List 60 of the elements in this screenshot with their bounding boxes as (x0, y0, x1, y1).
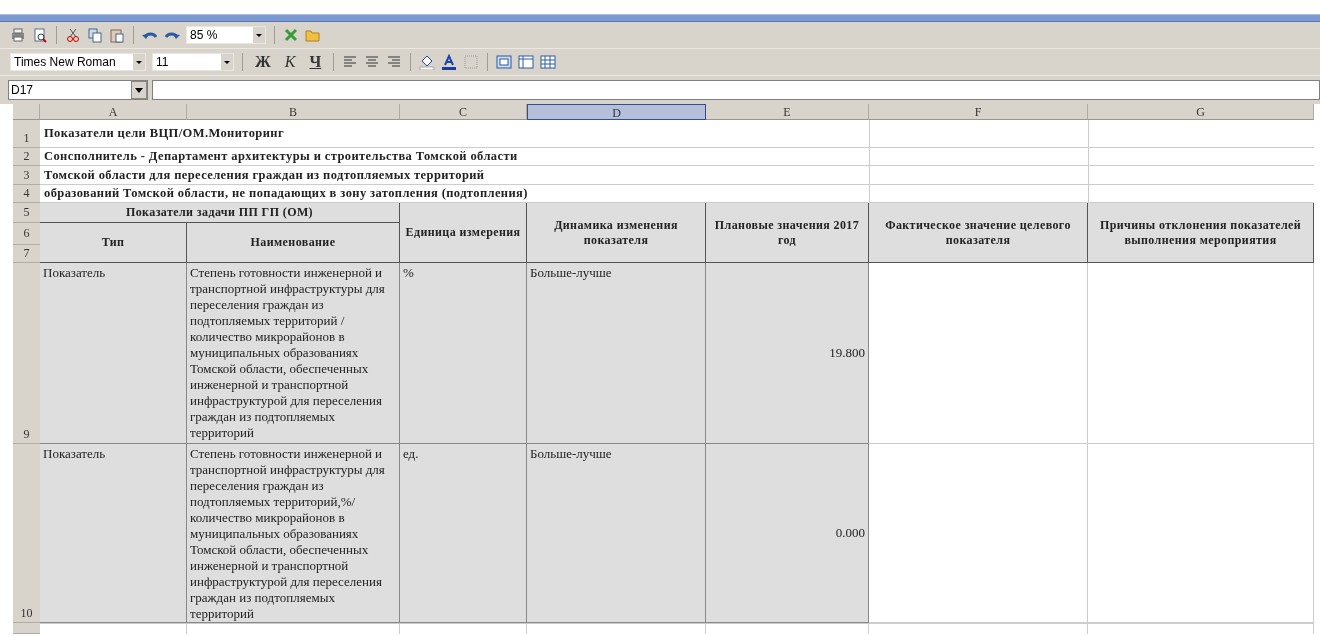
column-heading: Фактическое значение целевого показателя (869, 203, 1088, 263)
print-preview-icon[interactable] (32, 27, 48, 43)
spreadsheet-x-icon[interactable] (283, 27, 299, 43)
table-cell: 0.000 (706, 444, 869, 623)
title-text: Томской области для переселения граждан из подтопляемых территорий (40, 166, 869, 185)
table-cell: Степень готовности инженерной и транспортной инфраструктуры для переселения граждан из подтопляемых территорий / количество микрорайонов в муниципальных образованиях Томской области, обеспеченных инженерной и транспортной инфраструктурой для переселения граждан из подтопляемых территорий (187, 263, 400, 444)
column-heading: Динамика изменения показателя (527, 203, 706, 263)
grid-icon[interactable] (540, 54, 557, 70)
title-text: Показатели цели ВЦП/ОМ.Мониторинг (40, 120, 869, 148)
copy-icon[interactable] (87, 27, 103, 43)
row-header[interactable]: 10 (13, 444, 40, 623)
align-left-icon[interactable] (342, 54, 359, 70)
table-cell: Показатель (40, 263, 187, 444)
paste-icon[interactable] (109, 27, 125, 43)
row-header[interactable]: 7 (13, 245, 40, 263)
table-cell: Больше-лучше (527, 444, 706, 623)
table-cell: Показатель (40, 444, 187, 623)
font-size-dropdown[interactable]: 11 (152, 53, 234, 71)
align-center-icon[interactable] (364, 54, 381, 70)
table-cell: Больше-лучше (527, 263, 706, 444)
row-header[interactable]: 3 (13, 166, 40, 185)
column-heading: Показатели задачи ПП ГП (ОМ) (40, 203, 400, 223)
row-header[interactable]: 9 (13, 263, 40, 444)
column-heading: Наименование (187, 223, 400, 263)
row-header[interactable]: 6 (13, 223, 40, 245)
column-header[interactable]: C (400, 104, 527, 120)
column-heading: Плановые значения 2017 год (706, 203, 869, 263)
zoom-dropdown[interactable]: 85 % (186, 26, 266, 44)
column-heading: Причины отклонения показателей выполнения мероприятия (1088, 203, 1314, 263)
row-header[interactable]: 1 (13, 120, 40, 148)
cell-reference-field[interactable]: D17 (8, 80, 148, 100)
row-header[interactable]: 2 (13, 148, 40, 166)
font-dropdown[interactable]: Times New Roman (10, 53, 146, 71)
formula-field[interactable] (152, 80, 1320, 100)
bold-button[interactable]: Ж (251, 53, 275, 71)
underline-button[interactable]: Ч (305, 53, 326, 71)
title-text: Сонсполнитель - Департамент архитектуры и строительства Томской области (40, 148, 869, 166)
column-header[interactable]: A (40, 104, 187, 120)
table-cell: ед. (400, 444, 527, 623)
column-header[interactable]: B (187, 104, 400, 120)
table-cell: 19.800 (706, 263, 869, 444)
column-heading: Тип (40, 223, 187, 263)
select-all-corner[interactable] (13, 104, 40, 120)
column-header[interactable]: F (869, 104, 1088, 120)
table-cell: Степень готовности инженерной и транспортной инфраструктуры для переселения граждан из подтопляемых территорий,%/ количество микрорайонов в муниципальных образованиях Томской области, обеспеченных инженерной и транспортной инфраструктурой для переселения граждан из подтопляемых территорий (187, 444, 400, 623)
table-icon[interactable] (518, 54, 535, 70)
column-header[interactable]: D (527, 104, 706, 120)
column-header[interactable]: E (706, 104, 869, 120)
fill-color-icon[interactable] (419, 54, 436, 70)
printer-icon[interactable] (10, 27, 26, 43)
font-color-icon[interactable] (441, 54, 458, 70)
row-header[interactable]: 4 (13, 185, 40, 203)
table-cell: % (400, 263, 527, 444)
column-heading: Единица измерения (400, 203, 527, 263)
column-header[interactable]: G (1088, 104, 1314, 120)
merge-cells-icon[interactable] (496, 54, 513, 70)
scissors-icon[interactable] (65, 27, 81, 43)
align-right-icon[interactable] (386, 54, 403, 70)
row-header[interactable]: 5 (13, 203, 40, 223)
italic-button[interactable]: К (280, 53, 300, 71)
